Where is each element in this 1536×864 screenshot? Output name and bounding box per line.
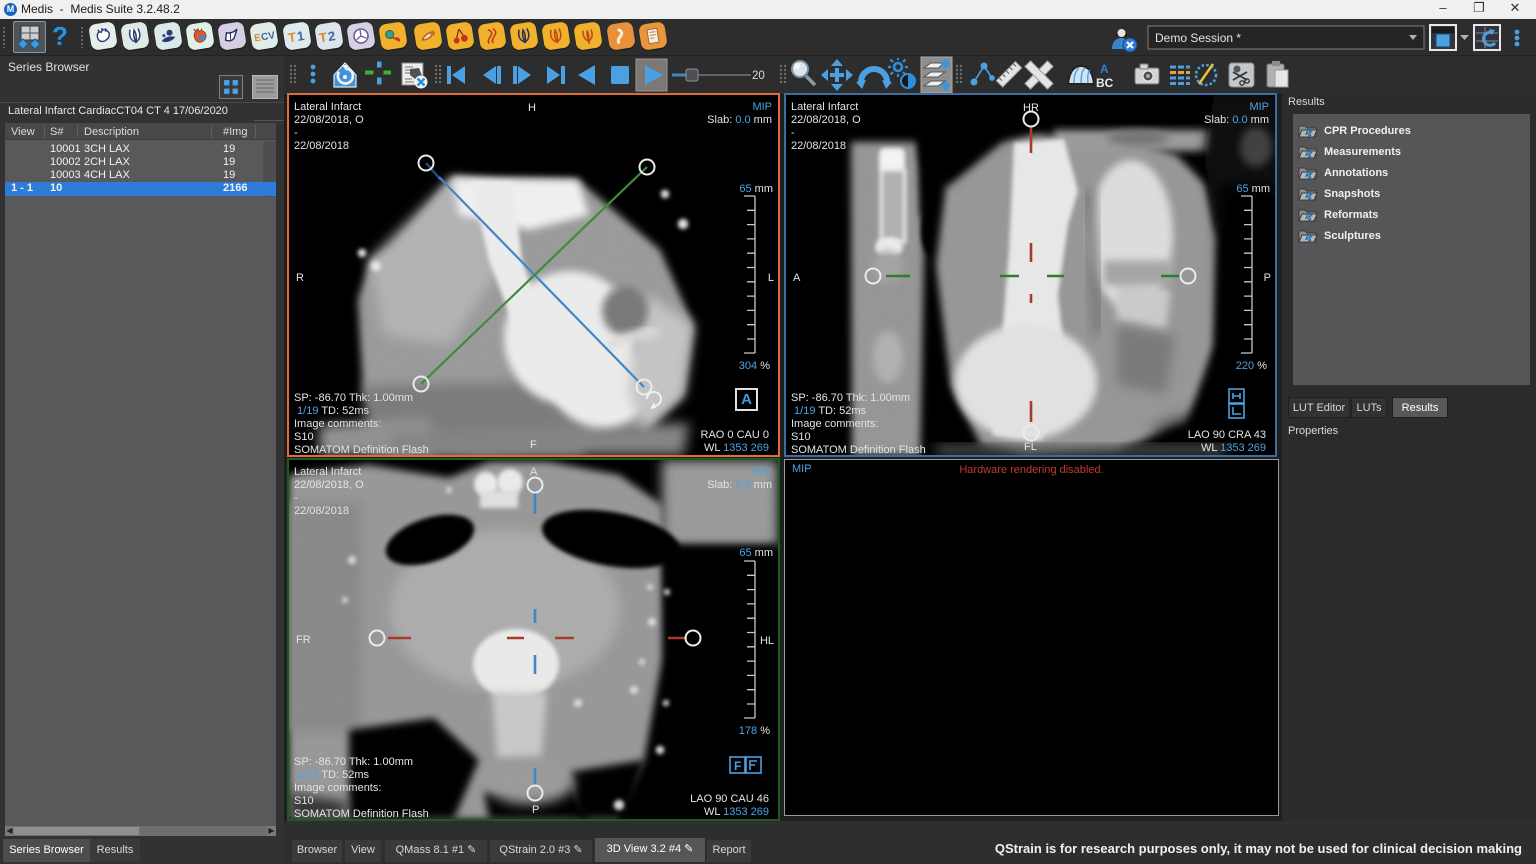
svg-text:BC: BC [1096,76,1114,90]
svg-text:F: F [734,759,741,773]
svg-text:Demo Session *: Demo Session * [1155,31,1241,45]
svg-text:2: 2 [327,28,336,44]
svg-text:CV: CV [260,30,276,43]
svg-text:20: 20 [752,70,765,82]
svg-text:1: 1 [296,28,305,44]
svg-text:A: A [1100,62,1109,76]
